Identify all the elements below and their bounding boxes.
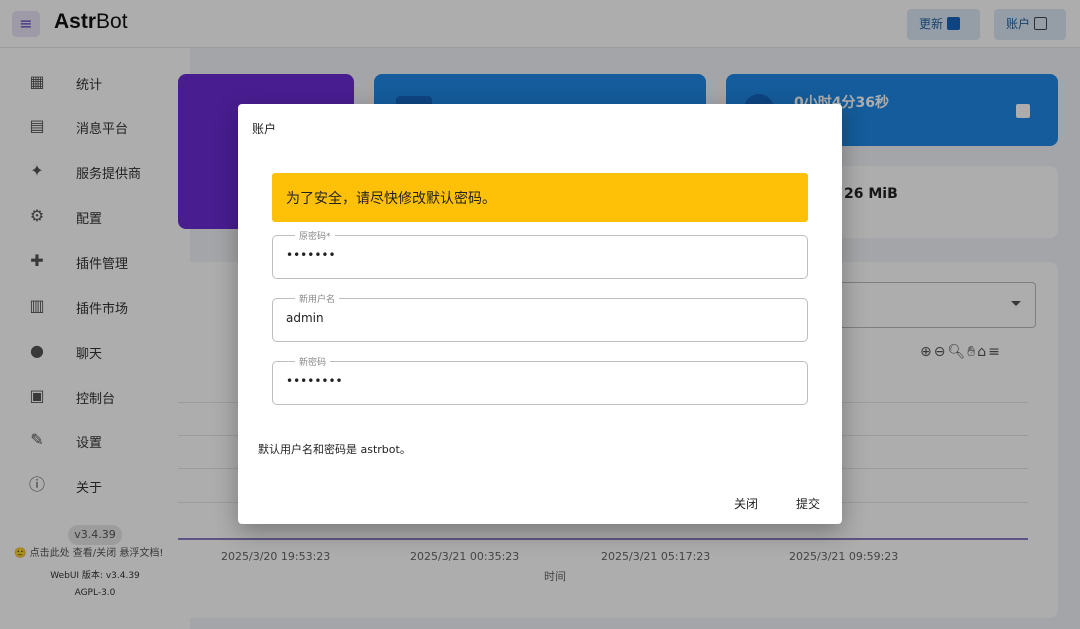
new-username-input[interactable]: admin: [286, 311, 786, 325]
new-password-field[interactable]: 新密码 ••••••••: [272, 355, 808, 405]
field-label: 新用户名: [295, 292, 340, 305]
old-password-field[interactable]: 原密码* •••••••: [272, 229, 808, 279]
close-button[interactable]: 关闭: [734, 495, 758, 512]
alert-text: 为了安全，请尽快修改默认密码。: [286, 191, 496, 207]
submit-button[interactable]: 提交: [796, 495, 820, 512]
old-password-input[interactable]: •••••••: [286, 248, 786, 262]
new-password-input[interactable]: ••••••••: [286, 374, 786, 388]
account-dialog: 账户 为了安全，请尽快修改默认密码。 原密码* ••••••• 新用户名 adm…: [238, 104, 842, 524]
default-credentials-hint: 默认用户名和密码是 astrbot。: [258, 443, 411, 456]
security-alert: 为了安全，请尽快修改默认密码。: [272, 173, 808, 222]
field-label: 新密码: [295, 355, 331, 368]
field-label: 原密码*: [295, 229, 335, 242]
new-username-field[interactable]: 新用户名 admin: [272, 292, 808, 342]
dialog-title: 账户: [252, 122, 277, 136]
